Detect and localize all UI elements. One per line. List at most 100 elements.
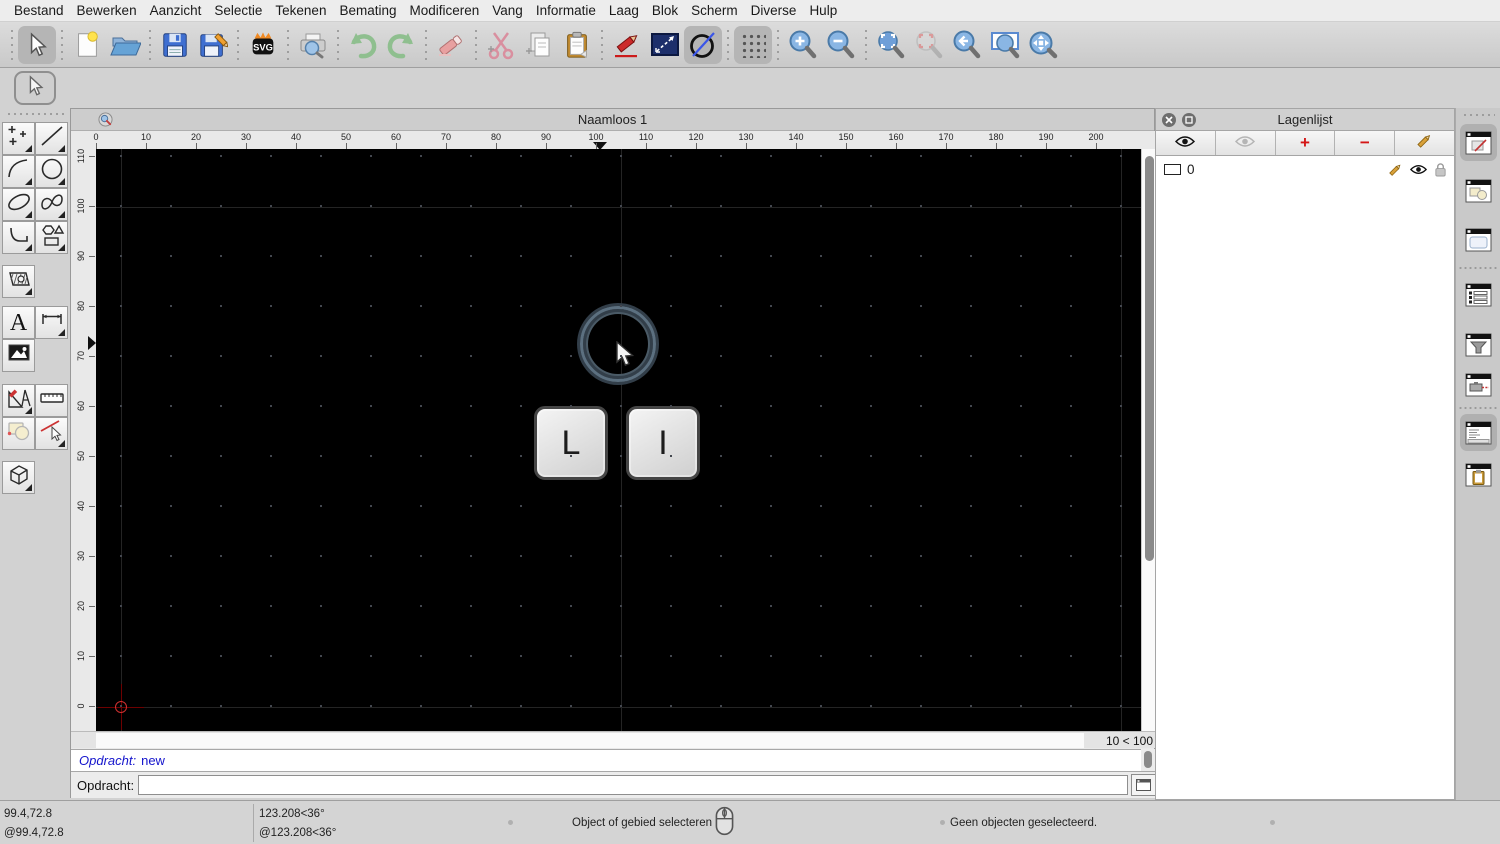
image-tool[interactable] <box>2 339 35 372</box>
canvas-vertical-scrollbar[interactable] <box>1141 149 1155 731</box>
circle-tool[interactable] <box>35 155 68 188</box>
menu-item-laag[interactable]: Laag <box>609 3 639 18</box>
open-folder-icon <box>109 29 141 61</box>
box-3d-tool[interactable] <box>2 461 35 494</box>
dock-pages-palette-icon[interactable] <box>1460 221 1497 258</box>
paste-button[interactable] <box>558 26 596 64</box>
measure-tool[interactable] <box>35 384 68 417</box>
scrollbar-thumb[interactable] <box>1144 156 1154 561</box>
select-tool-button[interactable] <box>18 25 56 64</box>
menu-item-informatie[interactable]: Informatie <box>536 3 596 18</box>
hatch-tool[interactable] <box>2 265 35 298</box>
dock-layers-palette-icon[interactable] <box>1460 124 1497 161</box>
remove-layer-button[interactable]: − <box>1335 131 1396 155</box>
zoom-selection-button[interactable] <box>910 26 948 64</box>
line-style-button[interactable] <box>646 26 684 64</box>
dock-tools-palette-icon[interactable] <box>1460 366 1497 403</box>
menu-item-vang[interactable]: Vang <box>492 3 523 18</box>
toolbar-separator <box>334 26 342 63</box>
erase-button[interactable] <box>432 26 470 64</box>
canvas-horizontal-scrollbar[interactable] <box>96 733 1084 748</box>
zoom-extents-button[interactable] <box>872 26 910 64</box>
dim-layer-button[interactable] <box>1215 131 1276 155</box>
zoom-out-button[interactable] <box>822 26 860 64</box>
dock-properties-palette-icon[interactable] <box>1460 172 1497 209</box>
layers-panel-titlebar[interactable]: Lagenlijst <box>1156 109 1454 131</box>
svg-export-button[interactable]: SVG <box>244 26 282 64</box>
command-history-scrollbar[interactable] <box>1141 749 1155 771</box>
grid-dot <box>720 505 722 507</box>
layer-color-swatch[interactable] <box>1164 163 1181 175</box>
scrollbar-thumb[interactable] <box>1144 751 1152 768</box>
dock-clipboard-palette-icon[interactable] <box>1460 456 1497 493</box>
command-input[interactable] <box>138 775 1128 795</box>
menu-item-aanzicht[interactable]: Aanzicht <box>150 3 202 18</box>
circle-diameter-button[interactable] <box>684 25 722 64</box>
redo-button[interactable] <box>382 26 420 64</box>
grid-dot <box>120 605 122 607</box>
dock-filter-palette-icon[interactable] <box>1460 326 1497 363</box>
ellipse-tool[interactable] <box>2 188 35 221</box>
points-tool[interactable] <box>2 122 35 155</box>
spline-tool[interactable] <box>35 188 68 221</box>
close-icon[interactable] <box>1162 113 1176 127</box>
show-layer-button[interactable] <box>1156 131 1216 155</box>
dock-drag-handle[interactable] <box>1462 113 1495 117</box>
menu-item-tekenen[interactable]: Tekenen <box>275 3 326 18</box>
palette-select-tool[interactable] <box>14 71 56 105</box>
print-preview-button[interactable] <box>294 26 332 64</box>
undo-button[interactable] <box>344 26 382 64</box>
grid-toggle-button[interactable] <box>734 25 772 64</box>
grid-dot <box>320 505 322 507</box>
menu-item-modificeren[interactable]: Modificeren <box>410 3 480 18</box>
menu-item-scherm[interactable]: Scherm <box>691 3 738 18</box>
grid-dot <box>1070 555 1072 557</box>
cut-button[interactable] <box>482 26 520 64</box>
palette-drag-handle[interactable] <box>6 112 64 116</box>
line-tool[interactable] <box>35 122 68 155</box>
menu-item-bewerken[interactable]: Bewerken <box>77 3 137 18</box>
new-document-button[interactable] <box>68 26 106 64</box>
document-titlebar[interactable]: Naamloos 1 <box>71 109 1154 131</box>
grid-dot <box>1020 155 1022 157</box>
grid-dot <box>220 205 222 207</box>
menu-item-selectie[interactable]: Selectie <box>214 3 262 18</box>
draw-style-button[interactable] <box>608 26 646 64</box>
arc-tool[interactable] <box>2 155 35 188</box>
grid-dot <box>820 505 822 507</box>
layer-lock-icon[interactable] <box>1434 162 1447 177</box>
dock-command-palette-icon[interactable] <box>1460 414 1497 451</box>
grid-dot <box>120 555 122 557</box>
command-window-button[interactable] <box>1131 774 1156 796</box>
menu-item-blok[interactable]: Blok <box>652 3 678 18</box>
layer-visibility-eye-icon[interactable] <box>1410 164 1427 175</box>
open-button[interactable] <box>106 26 144 64</box>
pan-button[interactable] <box>1024 26 1062 64</box>
menu-item-bemating[interactable]: Bemating <box>339 3 396 18</box>
copy-button[interactable] <box>520 26 558 64</box>
dock-list-palette-icon[interactable] <box>1460 276 1497 313</box>
save-as-button[interactable] <box>194 26 232 64</box>
zoom-in-button[interactable] <box>784 26 822 64</box>
save-button[interactable] <box>156 26 194 64</box>
construction-tool[interactable] <box>2 384 35 417</box>
drawing-canvas[interactable]: L I <box>96 149 1141 731</box>
add-layer-button[interactable]: + <box>1275 131 1336 155</box>
menu-item-bestand[interactable]: Bestand <box>14 3 64 18</box>
text-tool[interactable]: A <box>2 306 35 339</box>
layer-row[interactable]: 0 <box>1156 156 1454 182</box>
dimension-icon <box>39 307 65 338</box>
collapse-panel-icon[interactable] <box>1182 113 1196 127</box>
dimension-tool[interactable] <box>35 306 68 339</box>
shapes-tool[interactable] <box>35 221 68 254</box>
layer-edit-pencil-icon[interactable] <box>1388 162 1403 177</box>
trim-tool[interactable] <box>35 417 68 450</box>
polyline-tool[interactable] <box>2 221 35 254</box>
zoom-previous-button[interactable] <box>948 26 986 64</box>
command-input-row: Opdracht: <box>71 771 1156 798</box>
shape-edit-tool[interactable] <box>2 417 35 450</box>
edit-layer-button[interactable] <box>1395 131 1454 155</box>
zoom-window-button[interactable] <box>986 26 1024 64</box>
menu-item-diverse[interactable]: Diverse <box>751 3 797 18</box>
menu-item-hulp[interactable]: Hulp <box>809 3 837 18</box>
